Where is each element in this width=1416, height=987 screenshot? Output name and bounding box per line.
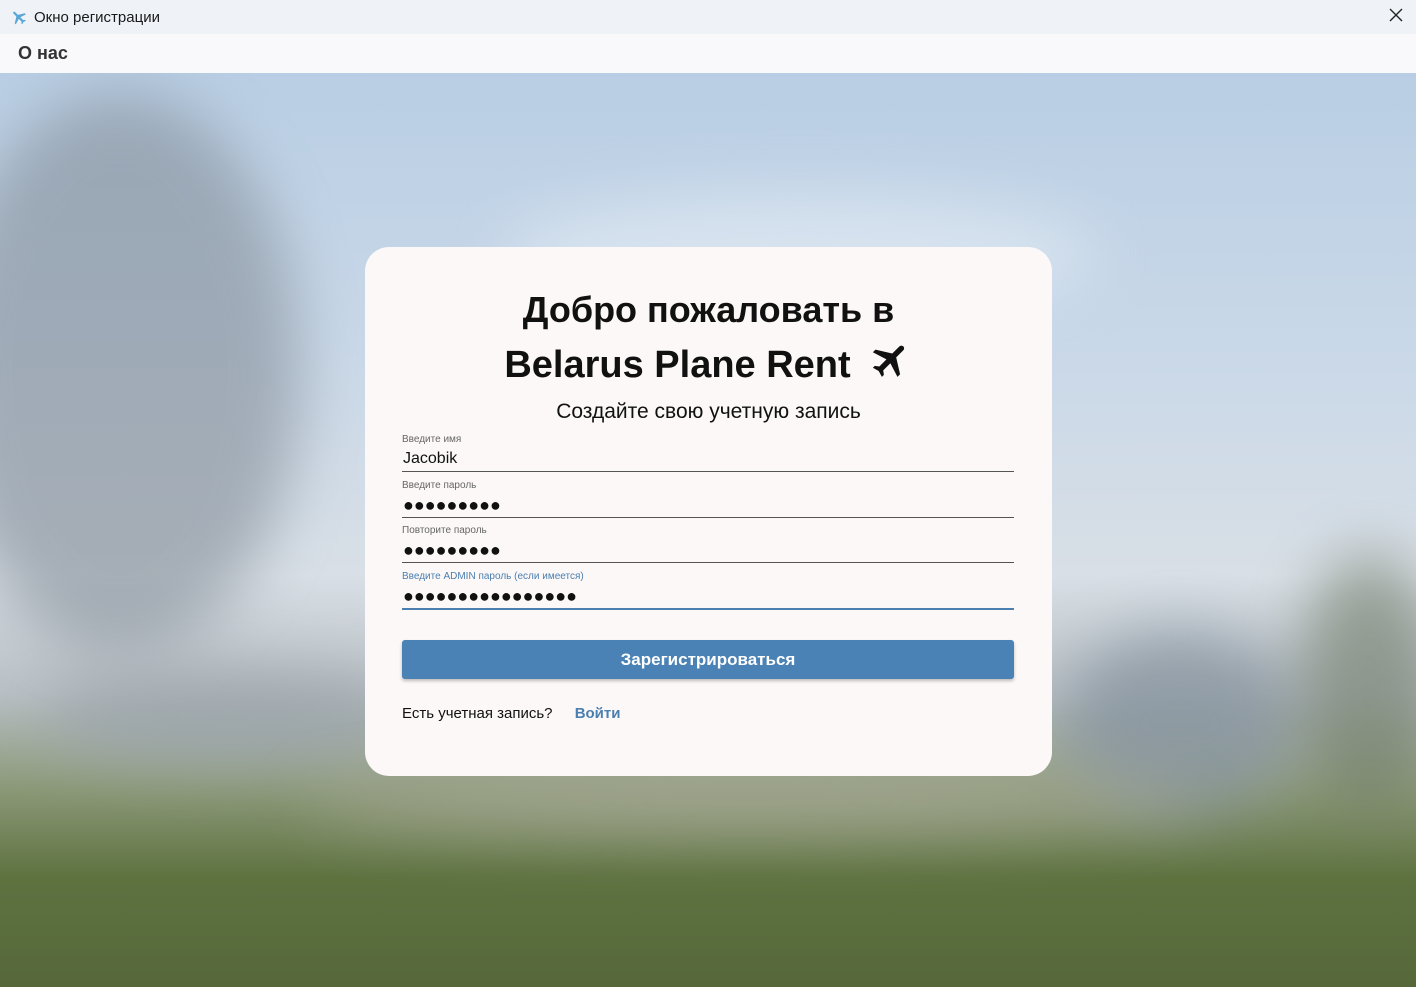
- registration-card: Добро пожаловать в Belarus Plane Rent Со…: [365, 247, 1052, 776]
- window-title: Окно регистрации: [34, 8, 160, 26]
- username-label: Введите имя: [402, 434, 462, 445]
- admin-password-input[interactable]: ●●●●●●●●●●●●●●●●: [402, 584, 1014, 610]
- close-button[interactable]: [1376, 0, 1416, 34]
- menu-bar: О нас: [0, 34, 1416, 73]
- admin-password-field[interactable]: Введите ADMIN пароль (если имеется) ●●●●…: [402, 571, 1014, 610]
- username-field[interactable]: Введите имя Jacobik: [402, 434, 1014, 472]
- airplane-icon: [869, 338, 913, 392]
- welcome-heading: Добро пожаловать в: [522, 289, 895, 330]
- menu-item-about[interactable]: О нас: [18, 43, 68, 64]
- login-prompt: Есть учетная запись? Войти: [402, 705, 620, 722]
- subheading: Создайте свою учетную запись: [556, 400, 861, 423]
- brand-heading: Belarus Plane Rent: [365, 338, 1052, 392]
- username-input[interactable]: Jacobik: [402, 447, 1014, 472]
- brand-name: Belarus Plane Rent: [504, 343, 851, 386]
- airplane-icon: [9, 7, 29, 27]
- password-field[interactable]: Введите пароль ●●●●●●●●●: [402, 480, 1014, 518]
- close-icon: [1389, 8, 1403, 27]
- have-account-text: Есть учетная запись?: [402, 705, 553, 722]
- register-button[interactable]: Зарегистрироваться: [402, 640, 1014, 679]
- password-input[interactable]: ●●●●●●●●●: [402, 493, 1014, 518]
- repeat-password-label: Повторите пароль: [402, 525, 487, 536]
- repeat-password-input[interactable]: ●●●●●●●●●: [402, 538, 1014, 563]
- password-label: Введите пароль: [402, 480, 477, 491]
- repeat-password-field[interactable]: Повторите пароль ●●●●●●●●●: [402, 525, 1014, 563]
- login-link[interactable]: Войти: [575, 705, 621, 722]
- admin-password-label: Введите ADMIN пароль (если имеется): [402, 571, 584, 582]
- title-bar: Окно регистрации: [0, 0, 1416, 34]
